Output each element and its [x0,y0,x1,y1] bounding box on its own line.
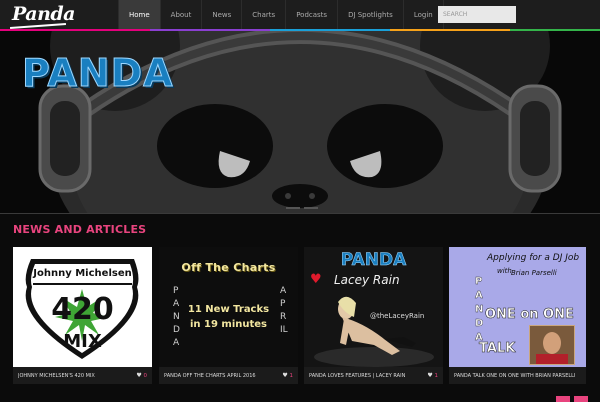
card-1-image-name: Johnny Michelsen [33,268,132,279]
hero-panda-wordmark: PANDA [22,51,174,96]
news-card-1-title[interactable]: JOHNNY MICHELSEN'S 420 MIX [18,373,136,379]
card-4-image-name: Brian Parselli [511,269,557,277]
card-2-image-title: Off The Charts [181,261,276,274]
news-card-2-title[interactable]: PANDA OFF THE CHARTS APRIL 2016 [164,373,282,379]
search-input[interactable]: SEARCH [438,6,516,23]
card-1-image-mix: MIX [63,331,102,352]
news-card-3-title[interactable]: PANDA LOVES FEATURES | LACEY RAIN [309,373,427,379]
pagination-square[interactable] [574,396,588,402]
heart-icon: ♥ [136,372,142,379]
nav-item-news[interactable]: News [201,0,241,30]
like-count: 1 [434,373,439,379]
host-photo [529,325,575,365]
news-card-2-likes[interactable]: ♥ 1 [282,372,293,379]
like-count: 1 [289,373,294,379]
nav-item-dj-spotlights[interactable]: DJ Spotlights [337,0,403,30]
news-section-heading: NEWS AND ARTICLES [13,223,147,236]
news-card-1-likes[interactable]: ♥ 0 [136,372,147,379]
nav-item-home[interactable]: Home [118,0,160,30]
card-2-image-tracks: 11 New Tracks [187,304,270,315]
top-navigation-bar: Panda Home About News Charts Podcasts DJ… [0,0,600,30]
card-4-image-with: with [497,267,512,275]
news-card-2[interactable]: Off The Charts PANDA APRIL 11 New Tracks… [159,247,298,384]
news-card-2-image[interactable]: Off The Charts PANDA APRIL 11 New Tracks… [159,247,298,367]
news-card-4-title[interactable]: PANDA TALK ONE ON ONE WITH BRIAN PARSELL… [454,373,580,379]
carousel-indicators [286,207,318,209]
carousel-dot[interactable] [286,207,300,209]
main-nav: Home About News Charts Podcasts DJ Spotl… [118,0,444,30]
card-2-image-vertical-left: PANDA [173,286,180,348]
model-photo [314,296,434,367]
heart-icon: ♥ [282,372,288,379]
card-4-image-headline: Applying for a DJ Job [487,253,580,263]
news-card-3-likes[interactable]: ♥ 1 [427,372,438,379]
carousel-dot[interactable] [304,207,318,209]
news-card-4[interactable]: PANDA Applying for a DJ Job with Brian P… [449,247,586,384]
news-card-1[interactable]: Johnny Michelsen 420 MIX JOHNNY MICHELSE… [13,247,152,384]
card-4-image-vertical-brand: PANDA [475,276,484,343]
like-count: 0 [143,373,148,379]
heart-icon: ♥ [427,372,433,379]
hero-divider [0,213,600,214]
news-card-3-image[interactable]: PANDA ♥ Lacey Rain @theLaceyRain [304,247,443,367]
card-2-image-minutes: in 19 minutes [189,319,268,330]
news-card-3[interactable]: PANDA ♥ Lacey Rain @theLaceyRain PANDA L… [304,247,443,384]
site-logo[interactable]: Panda [12,3,76,25]
pagination-square[interactable] [556,396,570,402]
news-card-4-image[interactable]: PANDA Applying for a DJ Job with Brian P… [449,247,586,367]
card-4-image-talk: TALK [479,341,516,357]
nav-item-charts[interactable]: Charts [241,0,285,30]
card-1-image-number: 420 [51,292,114,327]
hero-banner[interactable]: PANDA [0,31,600,214]
nav-item-podcasts[interactable]: Podcasts [285,0,337,30]
news-card-1-image[interactable]: Johnny Michelsen 420 MIX [13,247,152,367]
card-3-image-handle: @theLaceyRain [370,312,425,320]
nav-item-about[interactable]: About [159,0,202,30]
card-4-image-one-on-one: ONE on ONE [485,307,574,323]
